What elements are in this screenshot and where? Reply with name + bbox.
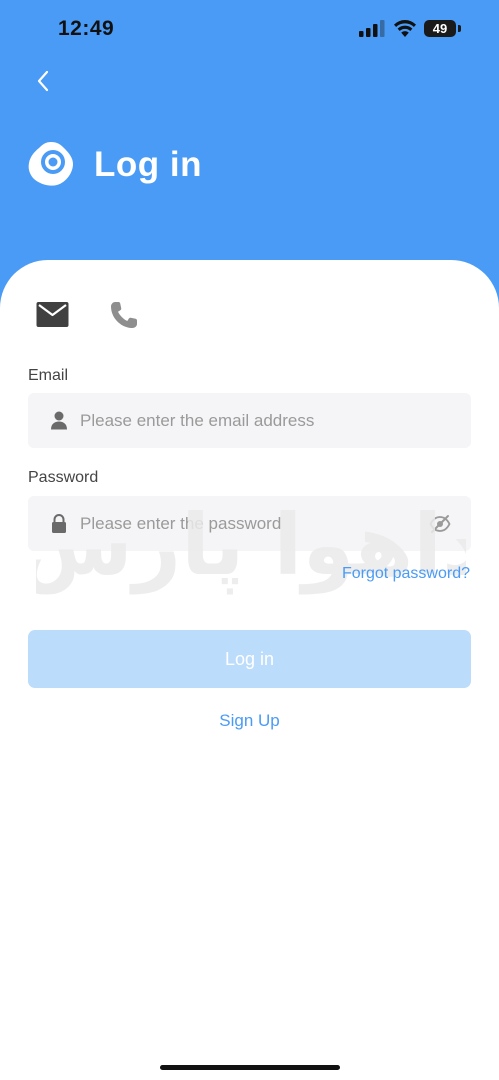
email-input[interactable]	[80, 393, 420, 448]
email-label: Email	[28, 367, 69, 384]
battery-icon: 49	[424, 20, 456, 37]
camera-eye-logo-icon	[28, 142, 73, 186]
status-time: 12:49	[58, 17, 115, 40]
chevron-left-icon	[37, 70, 49, 92]
wifi-icon	[394, 20, 416, 37]
home-indicator	[160, 1065, 340, 1070]
header: 12:49 49 Log in	[0, 0, 499, 300]
mail-icon[interactable]	[36, 301, 69, 328]
phone-icon[interactable]	[109, 300, 140, 330]
password-label: Password	[28, 469, 99, 486]
login-button[interactable]: Log in	[28, 630, 471, 688]
forgot-password-link[interactable]: Forgot password?	[342, 565, 470, 583]
status-bar: 12:49 49	[0, 0, 499, 60]
battery-level: 49	[432, 21, 448, 36]
password-field-container	[28, 496, 471, 551]
password-input[interactable]	[80, 496, 420, 551]
email-field-container	[28, 393, 471, 448]
battery-tip	[458, 25, 461, 32]
sign-up-link[interactable]: Sign Up	[0, 711, 499, 731]
signal-icon	[359, 20, 385, 37]
eye-off-icon[interactable]	[429, 514, 451, 534]
person-icon	[51, 411, 67, 430]
back-button[interactable]	[28, 64, 58, 98]
page-title: Log in	[94, 145, 202, 184]
lock-icon	[52, 514, 66, 533]
